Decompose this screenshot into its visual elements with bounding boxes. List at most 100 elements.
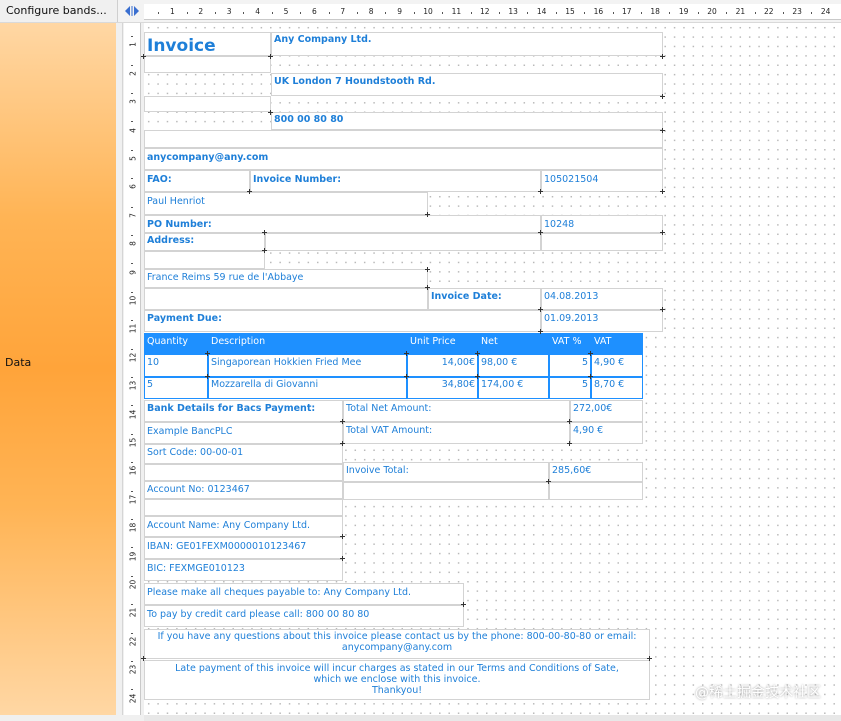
invoice-total-value[interactable]: 285,60€ [549,462,643,482]
address-field[interactable]: France Reims 59 rue de l'Abbaye [144,269,428,288]
payment-due-label[interactable]: Payment Due: [144,310,541,332]
table-cell-quantity[interactable]: 5 [144,377,208,399]
empty-field[interactable] [549,482,643,500]
ruler-tick-label: 12 [480,7,490,16]
ruler-tick-mark [131,490,133,492]
invoice-number-value[interactable]: 105021504 [541,170,663,192]
table-cell-net[interactable]: 98,00 € [478,354,549,377]
empty-field[interactable] [144,499,343,516]
selection-marker [660,189,665,194]
ruler-tick-mark [131,547,133,549]
total-vat-label[interactable]: Total VAT Amount: [343,422,570,444]
column-header-vat-percent[interactable]: VAT % [549,333,591,354]
table-cell-description[interactable]: Mozzarella di Giovanni [208,377,407,399]
column-header-description[interactable]: Description [208,333,407,354]
bic-field[interactable]: BIC: FEXMGE010123 [144,559,343,581]
invoice-total-label[interactable]: Invoive Total: [343,462,549,482]
empty-field[interactable] [144,56,271,73]
column-header-net[interactable]: Net [478,333,549,354]
ruler-tick-label: 20 [128,579,138,590]
table-cell-unit-price[interactable]: 14,00€ [407,354,478,377]
fao-name-field[interactable]: Paul Henriot [144,192,428,215]
ruler-tick-label: 3 [128,99,138,105]
ruler-tick-mark [131,235,133,236]
selection-marker [588,374,593,379]
company-name-field[interactable]: Any Company Ltd. [271,32,663,56]
table-cell-description[interactable]: Singaporean Hokkien Fried Mee [208,354,407,377]
ruler-tick-mark [499,12,500,14]
empty-field[interactable] [144,96,271,112]
empty-field[interactable] [343,482,549,500]
selection-marker [340,556,345,561]
invoice-date-value[interactable]: 04.08.2013 [541,288,663,310]
column-header-vat[interactable]: VAT [591,333,643,354]
bank-name-field[interactable]: Example BancPLC [144,422,343,444]
empty-field[interactable] [265,233,541,251]
selection-marker [475,351,480,356]
ruler-tick-label: 4 [128,127,138,133]
account-name-field[interactable]: Account Name: Any Company Ltd. [144,516,343,537]
ruler-tick-mark [584,12,586,14]
selection-marker [567,441,572,446]
selection-marker [588,351,593,356]
data-band[interactable] [0,23,116,715]
invoice-number-label[interactable]: Invoice Number: [250,170,541,192]
ruler-tick-mark [131,405,133,407]
empty-field[interactable] [144,464,343,481]
selection-marker [141,54,146,59]
ruler-tick-mark [131,348,133,350]
sort-code-field[interactable]: Sort Code: 00-00-01 [144,444,343,464]
payment-due-value[interactable]: 01.09.2013 [541,310,663,332]
empty-field[interactable] [144,288,428,310]
questions-note[interactable]: If you have any questions about this inv… [144,629,650,659]
ruler-tick-label: 24 [820,7,831,16]
column-header-quantity[interactable]: Quantity [144,333,208,354]
table-cell-quantity[interactable]: 10 [144,354,208,377]
vertical-ruler: 1 2 3 4 5 6 7 8 9 10 11 12 13 14 15 16 17 18 19 20 21 22 23 24 [124,23,141,715]
po-number-label[interactable]: PO Number: [144,215,541,233]
ruler-tick-label: 23 [128,664,138,675]
column-header-unit-price[interactable]: Unit Price [407,333,478,354]
fao-label[interactable]: FAO: [144,170,250,192]
ruler-tick-label: 11 [451,7,462,16]
table-cell-vat[interactable]: 8,70 € [591,377,643,399]
cheques-note[interactable]: Please make all cheques payable to: Any … [144,583,464,605]
company-address-field[interactable]: UK London 7 Houndstooth Rd. [271,73,663,96]
bank-details-title[interactable]: Bank Details for Bacs Payment: [144,400,343,422]
address-label[interactable]: Address: [144,233,265,251]
table-cell-vat[interactable]: 4,90 € [591,354,643,377]
credit-card-note[interactable]: To pay by credit card please call: 800 0… [144,605,464,627]
ruler-tick-label: 6 [312,7,317,16]
selection-marker [141,656,146,661]
collapse-arrows-icon[interactable] [122,5,142,17]
late-payment-note[interactable]: Late payment of this invoice will incur … [144,660,650,700]
company-phone-field[interactable]: 800 00 80 80 [271,112,663,130]
table-cell-vat-percent[interactable]: 5 [549,377,591,399]
ruler-tick-mark [470,12,472,14]
table-cell-unit-price[interactable]: 34,80€ [407,377,478,399]
ruler-tick-mark [131,64,133,66]
account-no-field[interactable]: Account No: 0123467 [144,481,343,499]
total-vat-value[interactable]: 4,90 € [570,422,643,444]
company-email-field[interactable]: anycompany@any.com [144,148,663,170]
empty-field[interactable] [144,130,663,148]
empty-field[interactable] [144,251,265,269]
ruler-tick-label: 16 [593,7,604,16]
ruler-tick-mark [243,12,245,14]
total-net-label[interactable]: Total Net Amount: [343,400,570,422]
ruler-tick-mark [811,12,813,14]
total-net-value[interactable]: 272,00€ [570,400,643,422]
ruler-tick-mark [612,12,614,14]
po-number-value[interactable]: 10248 [541,215,663,233]
invoice-title[interactable]: Invoice [144,32,271,56]
invoice-date-label[interactable]: Invoice Date: [428,288,541,310]
selection-marker [425,212,430,217]
configure-bands-button[interactable]: Configure bands... [0,0,118,22]
ruler-tick-label: 15 [565,7,575,16]
empty-field[interactable] [541,233,663,251]
ruler-tick-mark [215,12,216,14]
table-cell-vat-percent[interactable]: 5 [549,354,591,377]
iban-field[interactable]: IBAN: GE01FEXM0000010123467 [144,537,343,559]
ruler-tick-label: 5 [283,7,289,16]
table-cell-net[interactable]: 174,00 € [478,377,549,399]
